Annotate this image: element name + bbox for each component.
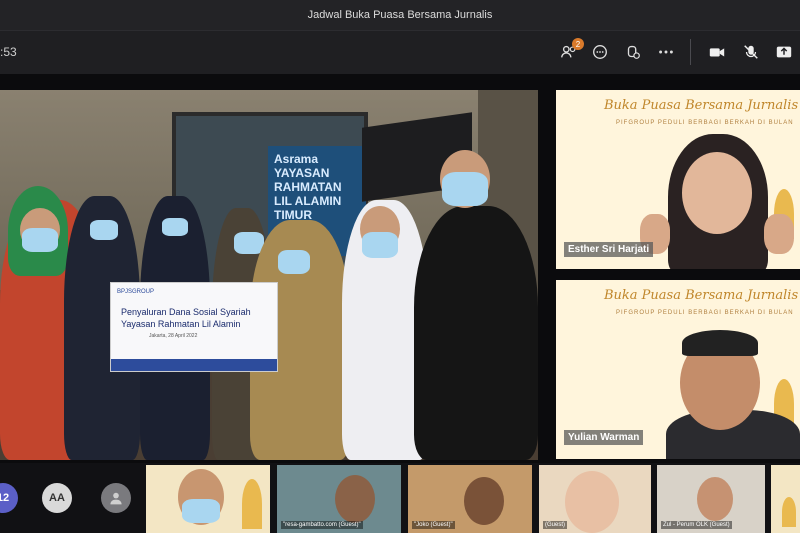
face-mask (162, 218, 188, 236)
tile-sub-text: PIFGROUP PEDULI BERBAGI BERKAH DI BULAN (616, 310, 794, 316)
mic-off-icon[interactable] (740, 41, 762, 63)
donation-banner: BPJSGROUP Penyaluran Dana Sosial Syariah… (110, 282, 278, 372)
participant-thumb-1[interactable] (146, 465, 270, 533)
participant-avatar-initials[interactable]: AA (42, 483, 72, 513)
participant-face (335, 475, 375, 523)
participant-tile-esther[interactable]: Buka Puasa Bersama Jurnalis PIFGROUP PED… (556, 90, 800, 269)
face-mask (278, 250, 310, 274)
participant-thumb-5[interactable]: Zul - Perum OLK (Guest) (657, 465, 765, 533)
participant-name-tag: Yulian Warman (564, 430, 644, 445)
participants-badge: 2 (572, 38, 584, 50)
banner-line-2: Yayasan Rahmatan Lil Alamin (121, 319, 241, 329)
participant-thumb-4[interactable]: (Guest) (539, 465, 651, 533)
overflow-count-badge[interactable]: 12 (0, 483, 18, 513)
mosque-dome-decoration (782, 497, 796, 527)
participant-face (464, 477, 504, 525)
participant-thumb-3[interactable]: "Joko (Guest)" (408, 465, 532, 533)
participant-tile-yulian[interactable]: Buka Puasa Bersama Jurnalis PIFGROUP PED… (556, 280, 800, 459)
main-video-feed[interactable]: Asrama YAYASAN RAHMATAN LIL ALAMIN TIMUR… (0, 90, 538, 460)
camera-icon[interactable] (706, 41, 728, 63)
person-icon (110, 492, 122, 505)
participant-caption: "Joko (Guest)" (412, 521, 455, 529)
participant-caption: "resa-gambatto.com (Guest)" (281, 521, 363, 529)
face-mask (362, 232, 398, 258)
meeting-toolbar: :53 2 (0, 30, 800, 74)
banner-date: Jakarta, 28 April 2022 (149, 333, 198, 339)
participant-name-tag: Esther Sri Harjati (564, 242, 654, 257)
tile-header-text: Buka Puasa Bersama Jurnalis (604, 288, 799, 303)
title-bar: Jadwal Buka Puasa Bersama Jurnalis (0, 0, 800, 30)
meeting-timer: :53 (0, 45, 17, 59)
people-icon[interactable]: 2 (558, 38, 584, 63)
face-mask (22, 228, 58, 252)
face-mask (90, 220, 118, 240)
participant-hair (682, 330, 758, 356)
participant-strip: 12 AA "resa-gambatto.com (Guest)" "Joko … (0, 463, 800, 533)
participant-caption: Zul - Perum OLK (Guest) (661, 521, 732, 529)
banner-logo: BPJSGROUP (117, 289, 155, 295)
more-icon[interactable] (655, 41, 677, 63)
tile-sub-text: PIFGROUP PEDULI BERBAGI BERKAH DI BULAN (616, 120, 794, 126)
banner-line-1: Penyaluran Dana Sosial Syariah (121, 307, 251, 317)
tile-header-text: Buka Puasa Bersama Jurnalis (604, 98, 799, 113)
mosque-dome-decoration (242, 479, 262, 529)
participant-caption: (Guest) (543, 521, 568, 529)
thumbs-up-hand (764, 214, 794, 254)
participant-face (682, 152, 752, 234)
participant-avatar-placeholder[interactable] (101, 483, 131, 513)
share-icon[interactable] (773, 41, 795, 63)
chat-icon[interactable] (589, 41, 611, 63)
window-title: Jadwal Buka Puasa Bersama Jurnalis (307, 9, 493, 21)
toolbar-divider (690, 39, 691, 65)
participant-thumb-2[interactable]: "resa-gambatto.com (Guest)" (277, 465, 401, 533)
raise-hand-icon[interactable] (622, 41, 644, 63)
participant-thumb-6[interactable] (771, 465, 800, 533)
participant-face (565, 471, 619, 533)
banner-stripe (111, 359, 277, 371)
person-man-black (414, 206, 538, 460)
participant-face (697, 477, 733, 521)
video-stage: Asrama YAYASAN RAHMATAN LIL ALAMIN TIMUR… (0, 74, 800, 463)
face-mask (442, 172, 488, 206)
face-mask (182, 499, 220, 523)
